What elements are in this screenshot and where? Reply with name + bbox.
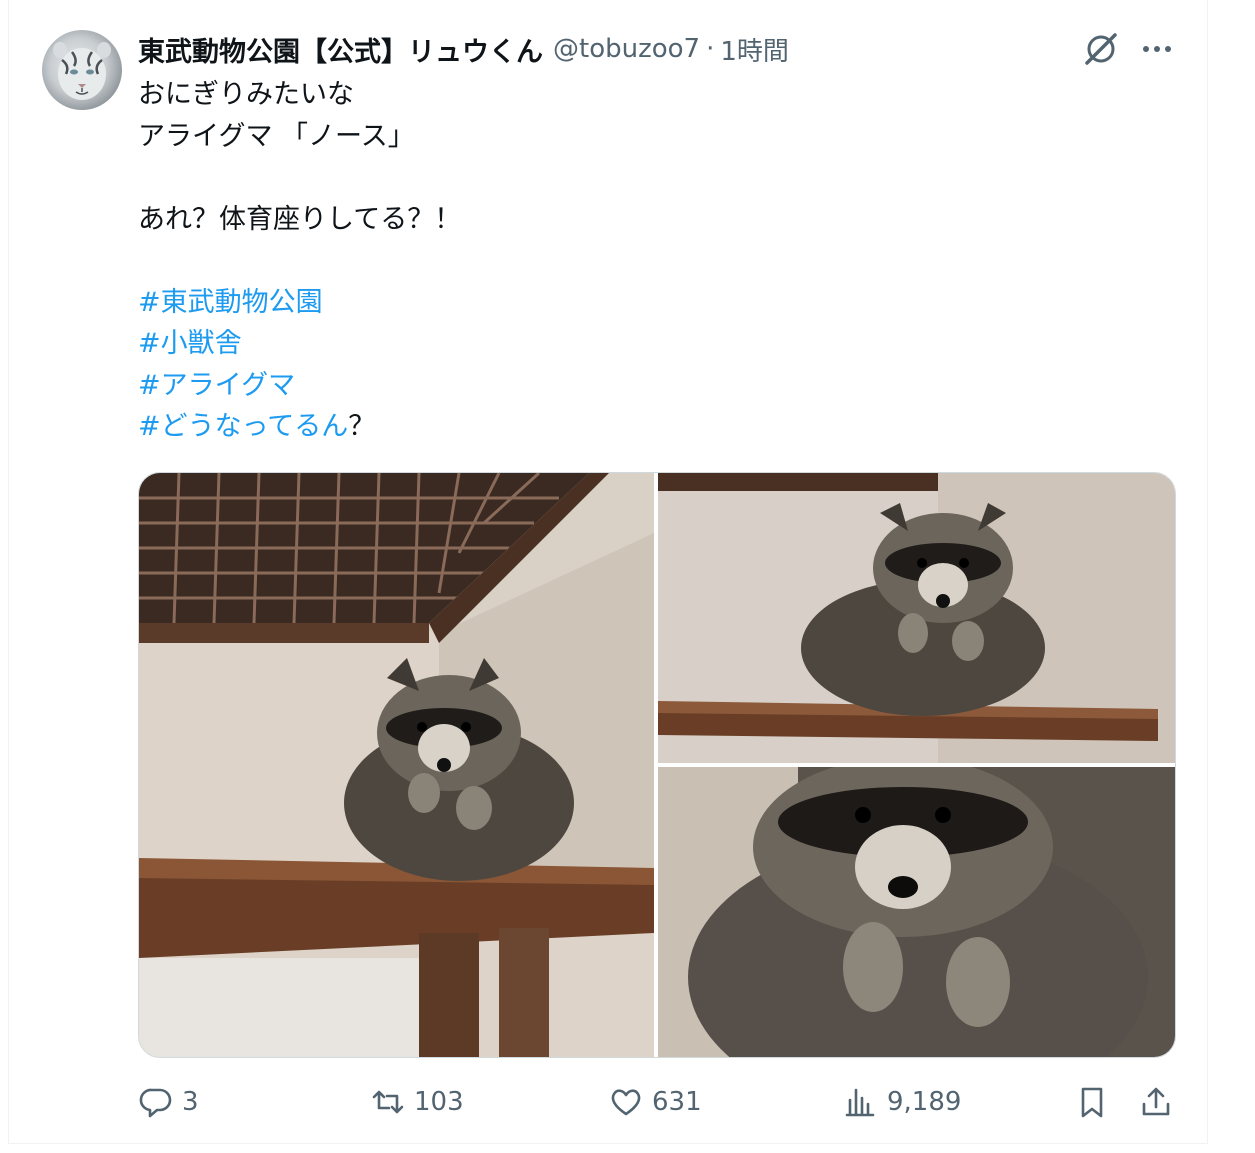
more-icon[interactable] <box>1138 30 1176 68</box>
author-handle[interactable]: @tobuzoo7 <box>553 34 700 64</box>
hashtag-suffix: ？ <box>348 411 376 442</box>
media-image-3[interactable] <box>658 767 1175 1057</box>
author-avatar[interactable] <box>42 30 122 110</box>
text-line: あれ？体育座りしてる？！ <box>138 203 462 235</box>
reply-count: 3 <box>182 1087 199 1117</box>
tweet-text: おにぎりみたいな アライグマ 「ノース」 あれ？体育座りしてる？！ #東武動物公… <box>138 74 1178 448</box>
tweet-actions: 3 103 631 9,189 <box>138 1080 1178 1124</box>
media-image-2[interactable] <box>658 473 1175 763</box>
white-tiger-avatar-icon <box>53 42 111 100</box>
retweet-count: 103 <box>414 1087 464 1117</box>
share-button[interactable] <box>1138 1080 1174 1124</box>
text-line <box>138 157 1178 199</box>
text-line: アライグマ 「ノース」 <box>138 120 415 152</box>
tweet-header: 東武動物公園【公式】リュウくん @tobuzoo7 · 1時間 <box>138 30 789 68</box>
bookmark-button[interactable] <box>1074 1080 1110 1124</box>
separator-dot: · <box>706 34 715 64</box>
hashtag-link[interactable]: #小獣舎 <box>138 328 242 359</box>
retweet-button[interactable]: 103 <box>370 1080 464 1124</box>
tweet-timestamp[interactable]: 1時間 <box>720 31 789 68</box>
author-name[interactable]: 東武動物公園【公式】リュウくん <box>138 30 543 69</box>
grok-icon[interactable] <box>1082 30 1120 68</box>
hashtag-link[interactable]: #東武動物公園 <box>138 287 323 318</box>
like-icon <box>611 1089 641 1116</box>
like-count: 631 <box>652 1087 702 1117</box>
reply-icon <box>139 1088 172 1118</box>
media-grid <box>138 472 1176 1058</box>
media-image-1[interactable] <box>139 473 654 1057</box>
bookmark-icon <box>1081 1087 1103 1118</box>
views-icon <box>845 1088 875 1117</box>
text-line: おにぎりみたいな <box>138 79 354 110</box>
reply-button[interactable]: 3 <box>138 1080 199 1124</box>
like-button[interactable]: 631 <box>608 1080 702 1124</box>
text-line <box>138 240 1178 282</box>
hashtag-link[interactable]: #アライグマ <box>138 370 295 401</box>
share-icon <box>1142 1087 1170 1116</box>
views-button[interactable]: 9,189 <box>843 1080 961 1124</box>
views-count: 9,189 <box>887 1087 962 1117</box>
retweet-icon <box>372 1090 404 1114</box>
hashtag-link[interactable]: #どうなってるん <box>138 411 348 442</box>
